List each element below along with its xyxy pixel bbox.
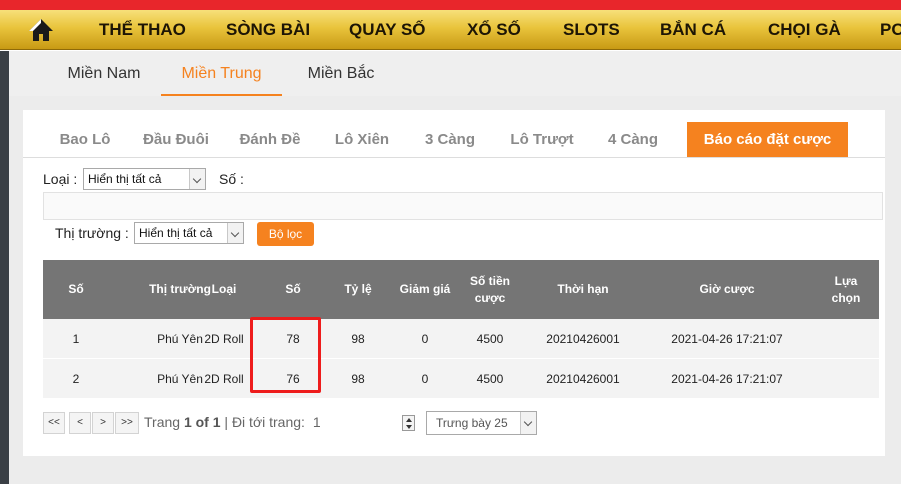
table-row: 2 Phú Yên 2D Roll 76 98 0 4500 202104260… (43, 359, 879, 399)
cell-discount: 0 (421, 371, 429, 386)
tab-mien-trung[interactable]: Miền Trung (161, 51, 282, 96)
tab-danh-de[interactable]: Đánh Đề (228, 122, 312, 158)
cell-odds: 98 (351, 331, 365, 346)
col-header-odds: Tỷ lệ (344, 282, 372, 296)
cell-index: 1 (72, 331, 80, 346)
cell-index: 2 (72, 371, 80, 386)
cell-action[interactable] (808, 319, 879, 358)
cell-amount: 4500 (476, 331, 504, 346)
cell-discount: 0 (421, 331, 429, 346)
cell-type: 2D Roll (204, 371, 244, 386)
report-panel: Bao Lô Đầu Đuôi Đánh Đề Lô Xiên 3 Càng L… (23, 110, 885, 456)
top-accent-bar (0, 0, 901, 10)
col-header-amount: Số tiền cược (469, 273, 510, 305)
next-page-button[interactable]: > (92, 412, 114, 434)
market-select[interactable]: Hiển thị tất cả (134, 222, 244, 244)
goto-label: | Đi tới trang: (224, 414, 305, 430)
tab-mien-bac[interactable]: Miền Bắc (291, 51, 391, 96)
cell-bet-time: 2021-04-26 17:21:07 (671, 371, 783, 386)
page-size-value: Trưng bày 25 (436, 416, 508, 430)
chevron-down-icon (227, 223, 243, 243)
tab-lo-xien[interactable]: Lô Xiên (321, 122, 403, 158)
main-nav: THỂ THAO SÒNG BÀI QUAY SỐ XỔ SỐ SLOTS BẮ… (0, 10, 901, 50)
col-header-discount: Giảm giá (399, 282, 451, 296)
cell-action[interactable] (808, 359, 879, 398)
filter-button[interactable]: Bộ lọc (257, 222, 314, 246)
tab-divider (23, 157, 885, 158)
type-select[interactable]: Hiển thị tất cả (83, 168, 206, 190)
nav-cockfight[interactable]: CHỌI GÀ (768, 10, 841, 50)
table-header: Số Thị trường Loại Số Tỷ lệ Giảm giá Số … (43, 260, 879, 319)
tab-bao-lo[interactable]: Bao Lô (47, 122, 123, 158)
cell-bet-time: 2021-04-26 17:21:07 (671, 331, 783, 346)
cell-type: 2D Roll (204, 331, 244, 346)
goto-page-input[interactable]: 1 (313, 414, 321, 430)
chevron-down-icon (189, 169, 205, 189)
tab-lo-truot[interactable]: Lô Trượt (497, 122, 587, 158)
page-info: Trang 1 of 1 | Đi tới trang: 1 (144, 414, 321, 430)
col-header-period: Thời hạn (557, 282, 609, 296)
col-header-type: Loại (211, 282, 237, 296)
tab-4-cang[interactable]: 4 Càng (595, 122, 671, 158)
cell-period: 20210426001 (546, 371, 620, 386)
number-input[interactable] (43, 192, 883, 220)
type-select-value: Hiển thị tất cả (88, 172, 162, 186)
region-tabs: Miền Nam Miền Trung Miền Bắc (9, 51, 901, 96)
tab-dau-duoi[interactable]: Đầu Đuôi (133, 122, 219, 158)
type-label: Loại : (43, 171, 78, 187)
nav-poker[interactable]: PO (880, 10, 901, 50)
nav-lottery-draw[interactable]: QUAY SỐ (349, 10, 426, 50)
page-size-select[interactable]: Trưng bày 25 (426, 411, 537, 435)
tab-3-cang[interactable]: 3 Càng (412, 122, 488, 158)
tab-bet-report[interactable]: Báo cáo đặt cược (687, 122, 848, 158)
prev-page-button[interactable]: < (69, 412, 91, 434)
nav-fishing[interactable]: BẮN CÁ (660, 10, 726, 50)
tab-mien-nam[interactable]: Miền Nam (53, 51, 155, 96)
last-page-button[interactable]: >> (115, 412, 139, 434)
cell-amount: 4500 (476, 371, 504, 386)
page-spinner[interactable] (402, 415, 415, 431)
number-label: Số : (219, 171, 244, 187)
col-header-bet-time: Giờ cược (699, 282, 755, 296)
col-header-index: Số (68, 282, 84, 296)
home-icon[interactable] (28, 18, 54, 42)
cell-odds: 98 (351, 371, 365, 386)
cell-period: 20210426001 (546, 331, 620, 346)
market-label: Thị trường : (55, 225, 129, 241)
page-current: 1 of 1 (183, 414, 221, 430)
nav-casino[interactable]: SÒNG BÀI (226, 10, 310, 50)
nav-lottery[interactable]: XỔ SỐ (467, 10, 521, 50)
left-edge-bar (0, 51, 9, 484)
chevron-down-icon (520, 412, 536, 434)
market-select-value: Hiển thị tất cả (139, 226, 213, 240)
highlight-box (250, 317, 321, 393)
first-page-button[interactable]: << (43, 412, 65, 434)
page-prefix: Trang (144, 414, 181, 430)
nav-slots[interactable]: SLOTS (563, 10, 620, 50)
nav-sports[interactable]: THỂ THAO (99, 10, 186, 50)
col-header-action: Lựa chọn (831, 273, 861, 305)
col-header-number: Số (285, 282, 301, 296)
table-row: 1 Phú Yên 2D Roll 78 98 0 4500 202104260… (43, 319, 879, 359)
